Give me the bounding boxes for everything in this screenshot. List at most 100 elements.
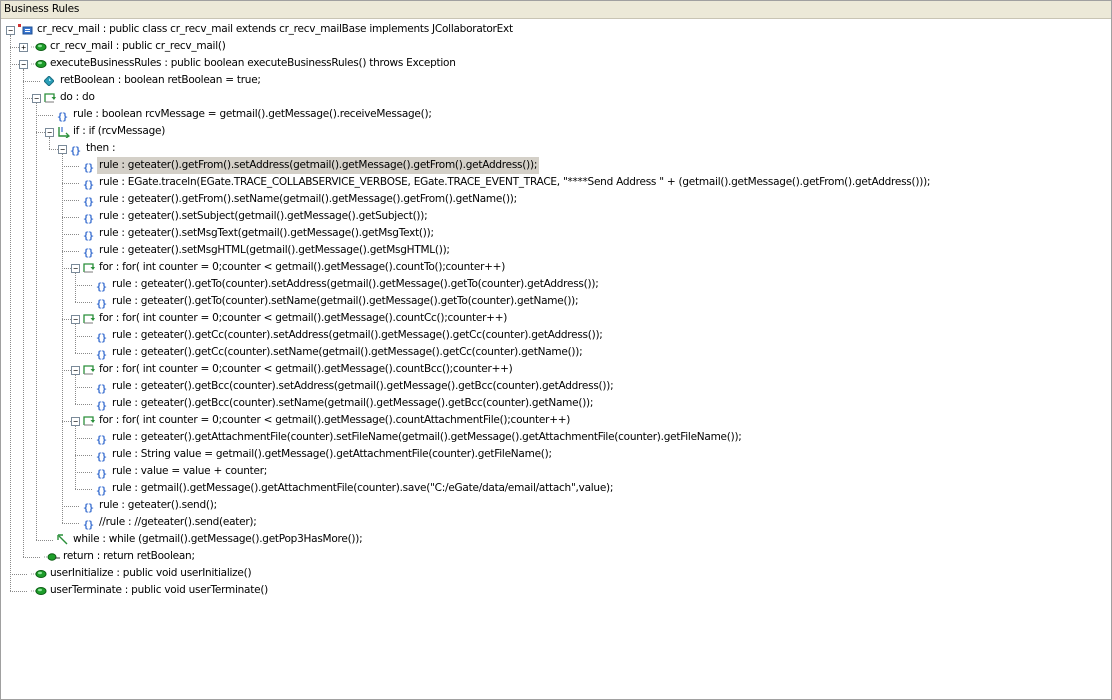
rule-icon: {} <box>96 452 107 463</box>
tree-node-label[interactable]: //rule : //geteater().send(eater); <box>97 514 259 531</box>
tree-connector <box>75 404 92 405</box>
collapse-toggle-icon[interactable]: − <box>58 145 67 154</box>
tree-node-label[interactable]: rule : geteater().getFrom().setAddress(g… <box>97 157 540 174</box>
tree-connector <box>23 69 24 557</box>
tree-connector <box>75 273 76 302</box>
tree-node-label[interactable]: rule : geteater().getCc(counter).setName… <box>110 344 584 361</box>
tree-node-label[interactable]: if : if (rcvMessage) <box>71 123 167 140</box>
expand-toggle-icon[interactable]: + <box>19 43 28 52</box>
panel-title: Business Rules <box>1 1 1111 19</box>
tree-node-label[interactable]: rule : geteater().setSubject(getmail().g… <box>97 208 429 225</box>
loop-icon <box>83 415 95 432</box>
tree-node-label[interactable]: for : for( int counter = 0;counter < get… <box>97 361 515 378</box>
tree-node-label[interactable]: then : <box>84 140 117 157</box>
tree-node-label[interactable]: return : return retBoolean; <box>61 548 197 565</box>
tree-node-label[interactable]: rule : value = value + counter; <box>110 463 269 480</box>
method-icon <box>31 41 47 58</box>
method-icon <box>31 568 47 585</box>
tree-connector <box>62 154 63 523</box>
loop-icon <box>83 262 95 279</box>
tree-node-label[interactable]: rule : geteater().setMsgText(getmail().g… <box>97 225 436 242</box>
rule-icon: {} <box>96 435 107 446</box>
tree-connector <box>62 523 79 524</box>
tree-node-label[interactable]: rule : geteater().getTo(counter).setName… <box>110 293 580 310</box>
collapse-toggle-icon[interactable]: − <box>19 60 28 69</box>
tree-node-label[interactable]: rule : geteater().getAttachmentFile(coun… <box>110 429 744 446</box>
rule-icon: {} <box>70 146 81 157</box>
business-rules-panel: Business Rules − cr_recv_mail : public cl… <box>0 0 1112 700</box>
tree-connector <box>75 455 92 456</box>
tree-connector <box>62 183 79 184</box>
tree-connector <box>62 234 79 235</box>
collapse-toggle-icon[interactable]: − <box>6 26 15 35</box>
tree-connector <box>62 200 79 201</box>
collapse-toggle-icon[interactable]: − <box>71 315 80 324</box>
tree-connector <box>36 103 37 540</box>
rule-icon: {} <box>83 231 94 242</box>
rule-icon: {} <box>96 384 107 395</box>
tree-connector <box>75 438 92 439</box>
tree-connector <box>36 115 53 116</box>
tree-node-label[interactable]: executeBusinessRules : public boolean ex… <box>48 55 458 72</box>
method-icon <box>31 58 47 75</box>
rule-icon: {} <box>83 163 94 174</box>
tree-connector <box>75 489 92 490</box>
class-icon <box>18 24 34 41</box>
tree-node-label[interactable]: rule : String value = getmail().getMessa… <box>110 446 554 463</box>
rule-icon: {} <box>57 112 68 123</box>
if-icon <box>57 126 71 144</box>
collapse-toggle-icon[interactable]: − <box>71 264 80 273</box>
tree-connector <box>10 591 27 592</box>
tree-connector <box>62 506 79 507</box>
tree-connector <box>75 472 92 473</box>
tree-node-label[interactable]: rule : EGate.traceln(EGate.TRACE_COLLABS… <box>97 174 932 191</box>
tree-connector <box>23 557 40 558</box>
tree-node-label[interactable]: do : do <box>58 89 97 106</box>
rule-icon: {} <box>83 197 94 208</box>
tree-node-label[interactable]: rule : geteater().getCc(counter).setAddr… <box>110 327 605 344</box>
tree-connector <box>10 574 27 575</box>
tree-node-label[interactable]: for : for( int counter = 0;counter < get… <box>97 412 572 429</box>
tree-node-label[interactable]: while : while (getmail().getMessage().ge… <box>71 531 364 548</box>
tree-connector <box>62 166 79 167</box>
rule-icon: {} <box>96 333 107 344</box>
tree-node-label[interactable]: userTerminate : public void userTerminat… <box>48 582 270 599</box>
tree-connector <box>75 336 92 337</box>
tree-node-label[interactable]: retBoolean : boolean retBoolean = true; <box>58 72 263 89</box>
loop-icon <box>83 364 95 381</box>
collapse-toggle-icon[interactable]: − <box>45 128 54 137</box>
loop-icon <box>83 313 95 330</box>
tree-node-label[interactable]: rule : boolean rcvMessage = getmail().ge… <box>71 106 434 123</box>
tree-node-label[interactable]: rule : geteater().send(); <box>97 497 219 514</box>
rule-icon: {} <box>83 503 94 514</box>
tree-node-label[interactable]: for : for( int counter = 0;counter < get… <box>97 310 509 327</box>
tree-node-label[interactable]: rule : geteater().getFrom().setName(getm… <box>97 191 519 208</box>
tree-node-label[interactable]: rule : geteater().setMsgHTML(getmail().g… <box>97 242 452 259</box>
tree-connector <box>75 426 76 489</box>
tree-node-label[interactable]: rule : getmail().getMessage().getAttachm… <box>110 480 615 497</box>
tree-node-label[interactable]: rule : geteater().getTo(counter).setAddr… <box>110 276 600 293</box>
loop-icon <box>44 92 56 109</box>
tree-node-label[interactable]: cr_recv_mail : public class cr_recv_mail… <box>35 21 515 38</box>
rule-icon: {} <box>96 469 107 480</box>
method-icon <box>31 585 47 602</box>
tree-connector <box>75 324 76 353</box>
collapse-toggle-icon[interactable]: − <box>71 417 80 426</box>
rule-icon: {} <box>83 248 94 259</box>
rule-icon: {} <box>83 214 94 225</box>
tree-node-label[interactable]: rule : geteater().getBcc(counter).setNam… <box>110 395 595 412</box>
tree-connector <box>36 540 53 541</box>
tree-connector <box>75 353 92 354</box>
variable-icon <box>43 75 55 92</box>
tree-connector <box>75 302 92 303</box>
tree-connector <box>10 35 11 591</box>
tree-node-label[interactable]: rule : geteater().getBcc(counter).setAdd… <box>110 378 615 395</box>
tree-connector <box>23 81 40 82</box>
tree-node-label[interactable]: userInitialize : public void userInitial… <box>48 565 253 582</box>
tree-node-label[interactable]: for : for( int counter = 0;counter < get… <box>97 259 507 276</box>
tree-node-label[interactable]: cr_recv_mail : public cr_recv_mail() <box>48 38 228 55</box>
tree-connector <box>62 217 79 218</box>
collapse-toggle-icon[interactable]: − <box>32 94 41 103</box>
collapse-toggle-icon[interactable]: − <box>71 366 80 375</box>
tree-connector <box>75 387 92 388</box>
